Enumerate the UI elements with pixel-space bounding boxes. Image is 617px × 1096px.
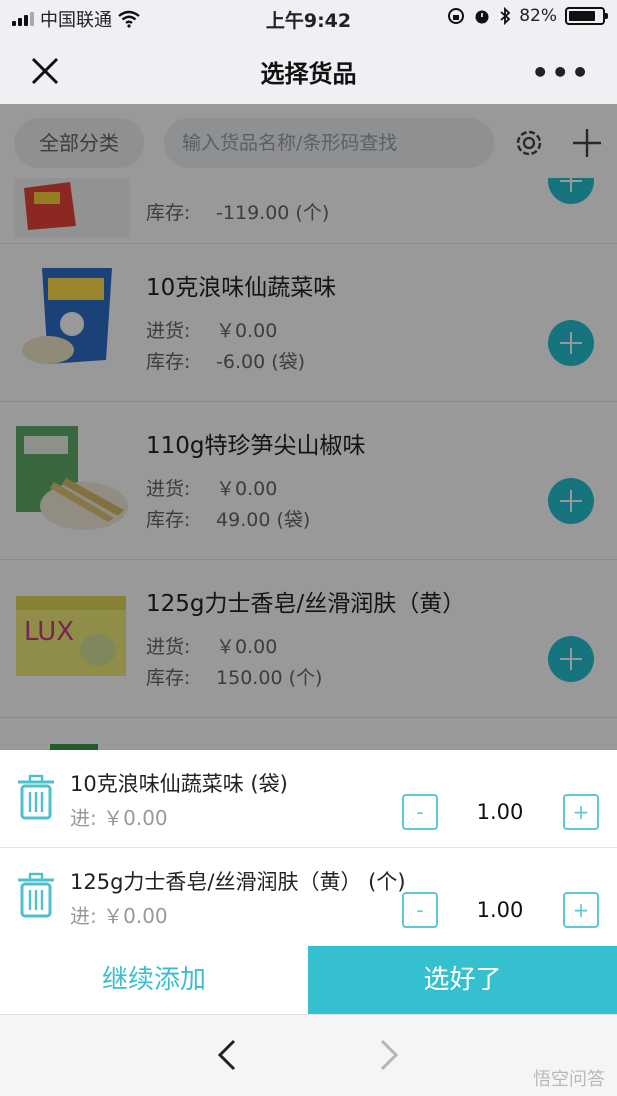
list-item[interactable]: 110g特珍笋尖山椒味 进货: ￥0.00 库存: 49.00 (袋) <box>0 402 617 560</box>
bluetooth-icon <box>500 7 511 25</box>
search-input[interactable] <box>164 118 494 168</box>
quantity-value: 1.00 <box>476 800 524 824</box>
purchase-price: ￥0.00 <box>216 320 278 342</box>
category-filter-button[interactable]: 全部分类 <box>14 118 144 168</box>
increase-qty-button[interactable]: + <box>563 892 599 928</box>
forward-icon[interactable] <box>376 1037 402 1073</box>
nav-bar: 选择货品 ••• <box>0 36 617 104</box>
browser-toolbar: 悟空问答 <box>0 1014 617 1096</box>
product-name: 125g力士香皂/丝滑润肤（黄） <box>146 591 466 617</box>
purchase-price: ￥0.00 <box>216 636 278 658</box>
purchase-price: ￥0.00 <box>216 478 278 500</box>
cart-item: 10克浪味仙蔬菜味 (袋) 进: ￥0.00 - 1.00 + <box>0 750 617 848</box>
action-bar: 继续添加 选好了 <box>0 946 617 1014</box>
product-name: 110g特珍笋尖山椒味 <box>146 433 366 459</box>
decrease-qty-button[interactable]: - <box>402 794 438 830</box>
product-list: 库存: -119.00 (个) 10克浪味仙蔬菜味 进货: ￥0.00 库存: … <box>0 178 617 750</box>
back-icon[interactable] <box>214 1037 240 1073</box>
trash-icon[interactable] <box>16 872 56 918</box>
battery-percent: 82% <box>519 6 557 26</box>
status-bar: 中国联通 上午9:42 82% <box>0 0 617 36</box>
cart-item: 125g力士香皂/丝滑润肤（黄） (个) 进: ￥0.00 - 1.00 + <box>0 848 617 946</box>
continue-adding-button[interactable]: 继续添加 <box>0 946 308 1014</box>
stock-value: -119.00 (个) <box>216 202 330 224</box>
product-thumbnail <box>50 744 98 750</box>
battery-level <box>569 11 596 21</box>
product-thumbnail <box>22 268 112 364</box>
quantity-value: 1.00 <box>476 898 524 922</box>
cart-item-price: ￥0.00 <box>103 904 168 928</box>
add-to-cart-button[interactable] <box>548 636 594 682</box>
list-item[interactable]: LUX 125g力士香皂/丝滑润肤（黄） 进货: ￥0.00 库存: 150.0… <box>0 560 617 718</box>
svg-text:LUX: LUX <box>24 617 74 647</box>
battery-icon <box>565 7 608 25</box>
add-to-cart-button[interactable] <box>548 478 594 524</box>
watermark: 悟空问答 <box>533 1069 605 1090</box>
gear-icon[interactable] <box>512 126 546 160</box>
product-thumbnail <box>14 178 130 238</box>
product-thumbnail: LUX <box>16 596 126 676</box>
trash-icon[interactable] <box>16 774 56 820</box>
more-menu-icon[interactable]: ••• <box>531 56 591 89</box>
cart-item-name: 10克浪味仙蔬菜味 (袋) <box>70 772 288 796</box>
stock-value: 49.00 (袋) <box>216 509 311 531</box>
done-button[interactable]: 选好了 <box>308 946 617 1014</box>
list-item[interactable]: 库存: -119.00 (个) <box>0 178 617 244</box>
list-item[interactable]: 10克浪味仙蔬菜味 进货: ￥0.00 库存: -6.00 (袋) <box>0 244 617 402</box>
alarm-icon <box>475 10 489 24</box>
stock-value: -6.00 (袋) <box>216 351 306 373</box>
search-toolbar: 全部分类 <box>0 104 617 178</box>
page-title: 选择货品 <box>260 60 357 88</box>
product-thumbnail <box>16 426 128 530</box>
decrease-qty-button[interactable]: - <box>402 892 438 928</box>
cart-item-name: 125g力士香皂/丝滑润肤（黄） (个) <box>70 870 406 894</box>
add-to-cart-button[interactable] <box>548 178 594 204</box>
add-to-cart-button[interactable] <box>548 320 594 366</box>
selected-items-panel: 10克浪味仙蔬菜味 (袋) 进: ￥0.00 - 1.00 + 125g力士香皂… <box>0 750 617 946</box>
cart-item-price: ￥0.00 <box>103 806 168 830</box>
list-item[interactable] <box>0 718 617 750</box>
stock-value: 150.00 (个) <box>216 667 323 689</box>
add-product-icon[interactable] <box>570 126 604 160</box>
increase-qty-button[interactable]: + <box>563 794 599 830</box>
product-name: 10克浪味仙蔬菜味 <box>146 275 337 301</box>
rotation-lock-icon <box>448 8 465 24</box>
